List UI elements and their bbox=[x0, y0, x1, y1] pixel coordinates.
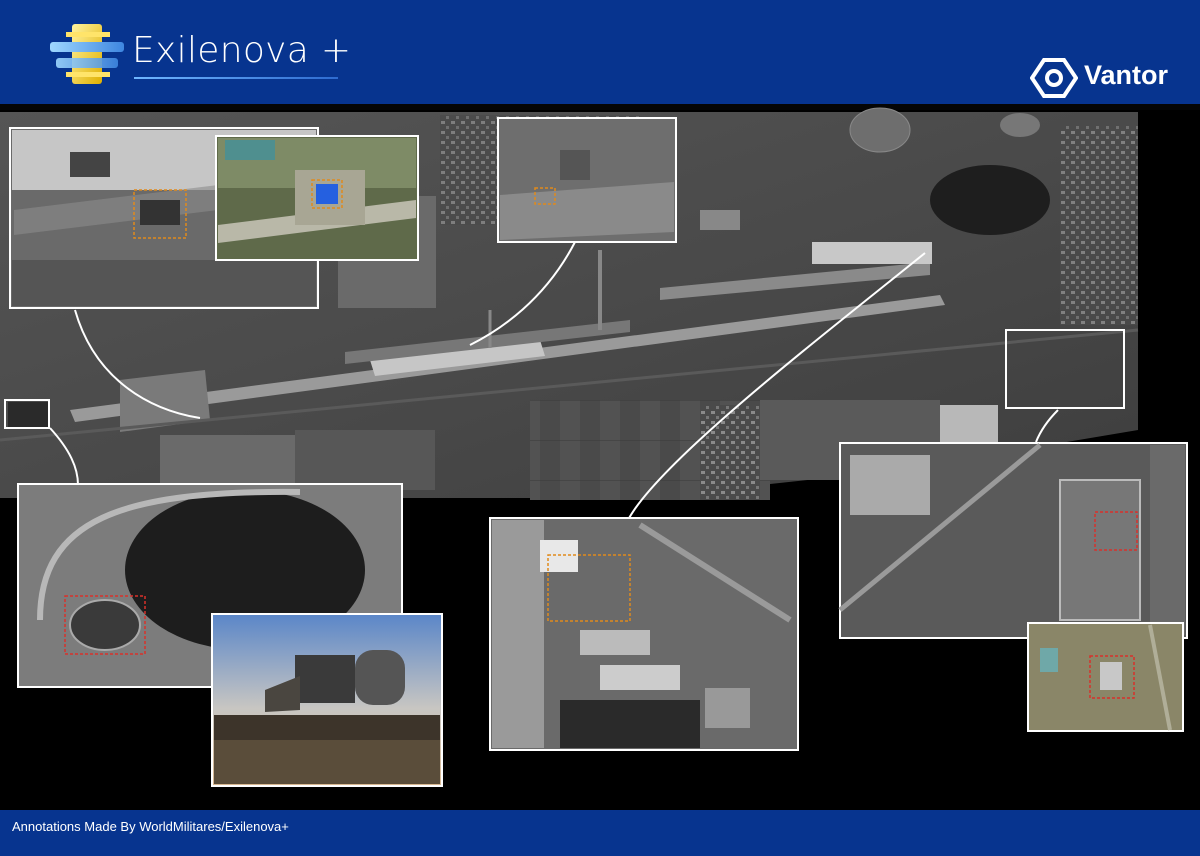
satellite-composite bbox=[0, 107, 1188, 787]
inset-bottom-center bbox=[489, 517, 799, 751]
inset-right bbox=[838, 442, 1188, 639]
footer-credit: Annotations Made By WorldMilitares/Exile… bbox=[12, 819, 289, 834]
footer-bar: Annotations Made By WorldMilitares/Exile… bbox=[0, 810, 1200, 856]
inset-right-color bbox=[1027, 622, 1184, 732]
inset-ground-photo bbox=[211, 613, 443, 787]
inset-top-center bbox=[497, 117, 677, 243]
inset-top-left-color bbox=[215, 135, 419, 261]
